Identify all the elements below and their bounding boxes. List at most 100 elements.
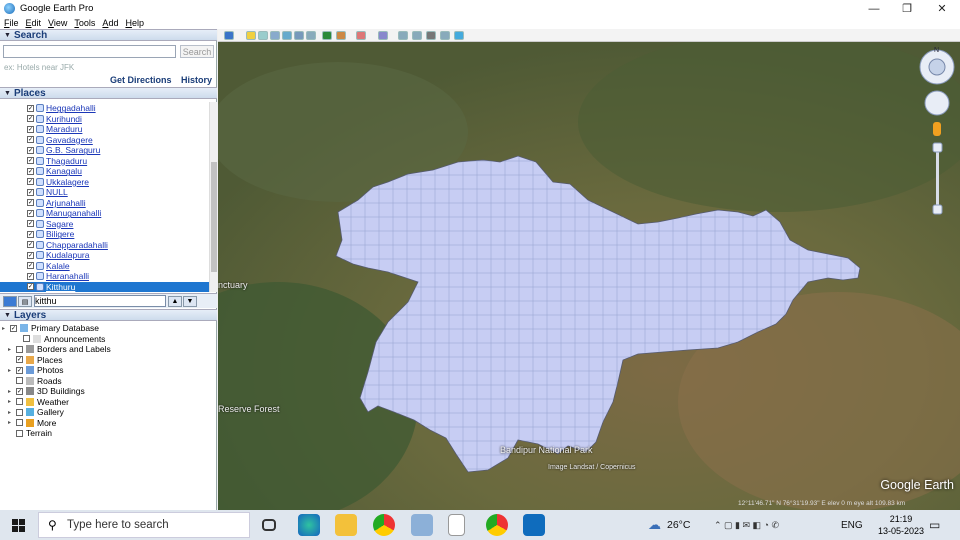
expand-icon[interactable]: ▸ [8,409,14,416]
place-item[interactable]: ✓ Kudalapura [27,250,89,261]
menu-view[interactable]: View [48,18,67,28]
checkbox-icon[interactable]: ✓ [27,188,34,196]
checkbox-icon[interactable]: ✓ [16,356,23,364]
layer-item[interactable]: ▸ Gallery [8,407,64,418]
checkbox-icon[interactable]: ✓ [27,220,34,228]
checkbox-icon[interactable]: ✓ [10,324,17,332]
expand-icon[interactable]: ▸ [8,419,14,426]
toolbar-button-icon[interactable] [454,31,464,40]
checkbox-icon[interactable]: ✓ [27,209,34,217]
clock[interactable]: 21:19 13-05-2023 [878,513,924,537]
place-item[interactable]: ✓ Heggadahalli [27,103,96,114]
place-item[interactable]: ✓ Haranahalli [27,271,89,282]
toolbar-button-icon[interactable] [426,31,436,40]
street-view-pegman-icon[interactable] [933,122,941,136]
notifications-icon[interactable]: ▭ [929,510,940,540]
paint-icon[interactable] [411,514,433,536]
place-item[interactable]: ✓ Sagare [27,219,73,230]
checkbox-icon[interactable]: ✓ [16,387,23,395]
place-item[interactable]: ✓ Kurihundi [27,114,82,125]
chrome-icon[interactable] [373,514,395,536]
toolbar-button-icon[interactable] [258,31,268,40]
checkbox-icon[interactable] [16,377,23,385]
checkbox-icon[interactable]: ✓ [27,115,34,123]
search-button[interactable]: Search [180,45,214,58]
checkbox-icon[interactable]: ✓ [27,167,34,175]
task-view-icon[interactable] [262,519,276,531]
layer-item[interactable]: Announcements [15,334,105,345]
layer-item[interactable]: ✓ Places [8,355,63,366]
toolbar-button-icon[interactable] [398,31,408,40]
panel-toggle-icon[interactable]: ▤ [18,296,32,307]
place-item[interactable]: ✓ Arjunahalli [27,198,86,209]
search-places-toggle-icon[interactable] [3,296,17,307]
layer-item[interactable]: ▸ ✓ 3D Buildings [8,386,85,397]
checkbox-icon[interactable] [16,345,23,353]
search-input[interactable] [3,45,176,58]
menu-add[interactable]: Add [102,18,118,28]
menu-edit[interactable]: Edit [26,18,42,28]
edge-icon[interactable] [298,514,320,536]
expand-icon[interactable]: ▸ [2,325,8,332]
toolbar-button-icon[interactable] [322,31,332,40]
notepad-icon[interactable] [448,514,465,536]
toolbar-button-icon[interactable] [306,31,316,40]
checkbox-icon[interactable]: ✓ [27,125,34,133]
checkbox-icon[interactable] [16,408,23,416]
place-item[interactable]: ✓ Kitthuru [0,281,209,292]
weather-widget[interactable]: ☁ 26°C [648,510,690,540]
toolbar-button-icon[interactable] [356,31,366,40]
layer-item[interactable]: Terrain [8,428,52,439]
place-item[interactable]: ✓ G.B. Saraguru [27,145,100,156]
menu-file[interactable]: File [4,18,19,28]
layer-item[interactable]: ▸ ✓ Primary Database [2,323,99,334]
checkbox-icon[interactable]: ✓ [16,366,23,374]
checkbox-icon[interactable]: ✓ [27,262,34,270]
checkbox-icon[interactable]: ✓ [27,157,34,165]
checkbox-icon[interactable] [23,335,30,343]
place-item[interactable]: ✓ Maraduru [27,124,82,135]
get-directions-link[interactable]: Get Directions [110,75,172,85]
expand-icon[interactable]: ▸ [8,388,14,395]
layer-item[interactable]: ▸ Borders and Labels [8,344,111,355]
checkbox-icon[interactable]: ✓ [27,104,34,112]
find-down-icon[interactable]: ▼ [183,296,197,307]
layer-item[interactable]: ▸ Weather [8,397,69,408]
close-button[interactable]: ✕ [925,0,959,17]
toolbar-button-icon[interactable] [440,31,450,40]
checkbox-icon[interactable] [16,419,23,427]
expand-icon[interactable]: ▸ [8,398,14,405]
place-item[interactable]: ✓ Gavadagere [27,135,93,146]
checkbox-icon[interactable]: ✓ [27,230,34,238]
checkbox-icon[interactable]: ✓ [27,241,34,249]
toolbar-button-icon[interactable] [224,31,234,40]
checkbox-icon[interactable]: ✓ [27,178,34,186]
toolbar-button-icon[interactable] [412,31,422,40]
windows-start-icon[interactable] [12,519,25,532]
places-find-input[interactable] [34,295,166,307]
move-control-icon[interactable] [924,90,950,116]
place-item[interactable]: ✓ Manuganahalli [27,208,101,219]
place-item[interactable]: ✓ Biligere [27,229,74,240]
zoom-out-icon[interactable] [932,204,943,215]
layers-panel-header[interactable]: ▼ Layers [0,309,217,321]
chrome-icon-2[interactable] [486,514,508,536]
toolbar-button-icon[interactable] [336,31,346,40]
toolbar-button-icon[interactable] [282,31,292,40]
map-view[interactable]: N nctuary Reserve Forest Bandipur Nation… [218,42,960,510]
toolbar-button-icon[interactable] [246,31,256,40]
layer-item[interactable]: ▸ More [8,418,56,429]
place-item[interactable]: ✓ Kalale [27,261,70,272]
toolbar-button-icon[interactable] [270,31,280,40]
place-item[interactable]: ✓ Thagaduru [27,156,87,167]
menu-help[interactable]: Help [125,18,144,28]
minimize-button[interactable]: — [857,0,891,17]
checkbox-icon[interactable]: ✓ [27,283,34,291]
system-tray-icons[interactable]: ⌃ ▢ ▮ ✉ ◧ ◔ ✆ [714,510,779,540]
checkbox-icon[interactable]: ✓ [27,251,34,259]
map-canvas[interactable]: N [218,42,960,510]
place-item[interactable]: ✓ Ukkalagere [27,177,89,188]
layer-item[interactable]: ▸ ✓ Photos [8,365,63,376]
language-indicator[interactable]: ENG [841,510,863,540]
zoom-slider[interactable] [936,145,939,213]
